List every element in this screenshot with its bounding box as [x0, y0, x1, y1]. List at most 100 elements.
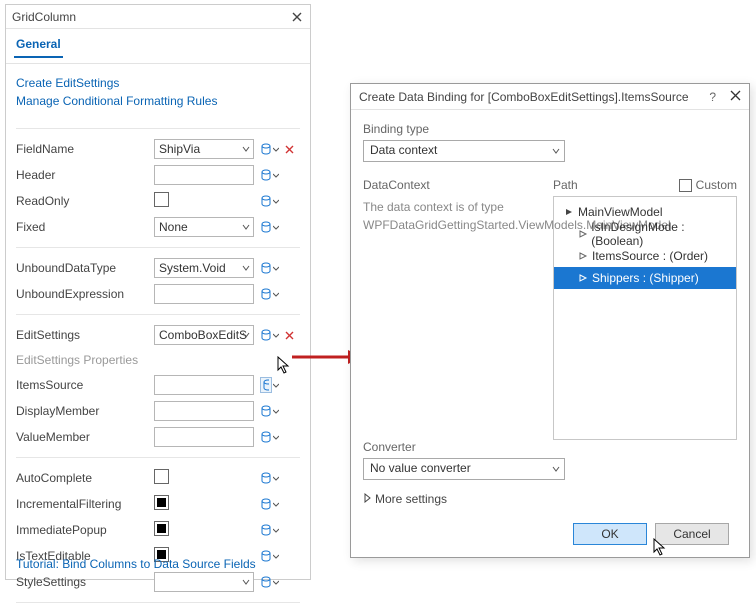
chevron-down-icon[interactable] [273, 142, 279, 156]
chevron-down-icon[interactable] [273, 430, 279, 444]
converter-value: No value converter [370, 461, 471, 475]
chevron-down-icon [552, 147, 560, 155]
help-icon[interactable]: ? [709, 90, 716, 104]
more-settings[interactable]: More settings [363, 492, 737, 506]
input-fieldname[interactable] [154, 139, 254, 159]
dialog-titlebar: Create Data Binding for [ComboBoxEditSet… [351, 84, 749, 110]
label-fixed: Fixed [16, 220, 154, 234]
close-icon[interactable] [730, 90, 741, 104]
collapse-icon[interactable] [562, 205, 576, 219]
row-itemssource: ItemsSource [16, 373, 300, 397]
link-manage-formatting[interactable]: Manage Conditional Formatting Rules [16, 94, 300, 108]
db-icon[interactable] [260, 167, 272, 183]
label-unboundtype: UnboundDataType [16, 261, 154, 275]
chevron-down-icon[interactable] [273, 497, 279, 511]
chevron-down-icon[interactable] [273, 404, 279, 418]
tree-item-label: Shippers : (Shipper) [592, 271, 699, 285]
checkbox-autocomplete[interactable] [154, 469, 169, 484]
checkbox-icon [679, 179, 692, 192]
ok-button[interactable]: OK [573, 523, 647, 545]
chevron-down-icon[interactable] [273, 287, 279, 301]
row-valuemember: ValueMember [16, 425, 300, 449]
tree-item-selected[interactable]: Shippers : (Shipper) [554, 267, 736, 289]
row-unboundtype: UnboundDataType [16, 256, 300, 280]
db-icon[interactable] [260, 574, 272, 590]
input-editsettings[interactable] [154, 325, 254, 345]
row-readonly: ReadOnly [16, 189, 300, 213]
chevron-down-icon[interactable] [273, 261, 279, 275]
db-icon[interactable] [260, 141, 272, 157]
chevron-down-icon[interactable] [273, 378, 279, 392]
db-icon[interactable] [260, 429, 272, 445]
checkbox-readonly[interactable] [154, 192, 169, 207]
property-panel: GridColumn General Create EditSettings M… [5, 4, 311, 580]
path-tree[interactable]: MainViewModel IsInDesignMode : (Boolean)… [553, 196, 737, 440]
clear-icon[interactable] [283, 329, 295, 341]
db-icon[interactable] [260, 286, 272, 302]
row-header: Header [16, 163, 300, 187]
chevron-down-icon[interactable] [273, 575, 279, 589]
chevron-down-icon[interactable] [273, 549, 279, 563]
link-create-editsettings[interactable]: Create EditSettings [16, 76, 300, 90]
chevron-down-icon[interactable] [273, 523, 279, 537]
cancel-button[interactable]: Cancel [655, 523, 729, 545]
db-icon[interactable] [260, 327, 272, 343]
input-valuemember[interactable] [154, 427, 254, 447]
label-custom: Custom [696, 178, 737, 192]
row-unboundexpr: UnboundExpression [16, 282, 300, 306]
db-icon[interactable] [260, 403, 272, 419]
chevron-down-icon[interactable] [273, 220, 279, 234]
chevron-down-icon[interactable] [273, 471, 279, 485]
label-incfiltering: IncrementalFiltering [16, 497, 154, 511]
row-displaymember: DisplayMember [16, 399, 300, 423]
tree-item[interactable]: ItemsSource : (Order) [554, 245, 736, 267]
link-tutorial[interactable]: Tutorial: Bind Columns to Data Source Fi… [16, 557, 256, 571]
input-header[interactable] [154, 165, 254, 185]
db-icon[interactable] [260, 260, 272, 276]
dropdown-converter[interactable]: No value converter [363, 458, 565, 480]
row-immediatepopup: ImmediatePopup [16, 518, 300, 542]
input-fixed[interactable] [154, 217, 254, 237]
chevron-down-icon[interactable] [273, 194, 279, 208]
checkbox-immediatepopup[interactable] [154, 521, 169, 536]
db-icon[interactable] [260, 193, 272, 209]
chevron-down-icon[interactable] [273, 328, 279, 342]
db-icon[interactable] [260, 496, 272, 512]
checkbox-incfiltering[interactable] [154, 495, 169, 510]
row-fieldname: FieldName [16, 137, 300, 161]
input-unboundexpr[interactable] [154, 284, 254, 304]
row-stylesettings: StyleSettings [16, 570, 300, 594]
input-unboundtype[interactable] [154, 258, 254, 278]
input-displaymember[interactable] [154, 401, 254, 421]
expand-icon[interactable] [576, 227, 589, 241]
dropdown-binding-type[interactable]: Data context [363, 140, 565, 162]
more-settings-label: More settings [375, 492, 447, 506]
label-stylesettings: StyleSettings [16, 575, 154, 589]
db-icon[interactable] [260, 522, 272, 538]
label-datacontext: DataContext [363, 178, 543, 192]
clear-icon[interactable] [283, 143, 295, 155]
panel-links: Create EditSettings Manage Conditional F… [6, 64, 310, 108]
tabs: General [6, 29, 310, 64]
row-incfiltering: IncrementalFiltering [16, 492, 300, 516]
tab-general[interactable]: General [16, 37, 61, 57]
tree-item[interactable]: IsInDesignMode : (Boolean) [554, 223, 736, 245]
db-icon[interactable] [260, 548, 272, 564]
binding-dialog: Create Data Binding for [ComboBoxEditSet… [350, 83, 750, 558]
label-immediatepopup: ImmediatePopup [16, 523, 154, 537]
expand-icon[interactable] [576, 249, 590, 263]
db-icon[interactable] [260, 219, 272, 235]
close-icon[interactable] [290, 10, 304, 24]
input-itemssource[interactable] [154, 375, 254, 395]
db-icon[interactable] [260, 470, 272, 486]
checkbox-custom[interactable]: Custom [679, 178, 737, 192]
label-readonly: ReadOnly [16, 194, 154, 208]
label-unboundexpr: UnboundExpression [16, 287, 154, 301]
input-stylesettings[interactable] [154, 572, 254, 592]
label-fieldname: FieldName [16, 142, 154, 156]
expand-icon[interactable] [576, 271, 590, 285]
label-autocomplete: AutoComplete [16, 471, 154, 485]
chevron-down-icon [552, 465, 560, 473]
db-icon-highlighted[interactable] [260, 377, 272, 393]
chevron-down-icon[interactable] [273, 168, 279, 182]
